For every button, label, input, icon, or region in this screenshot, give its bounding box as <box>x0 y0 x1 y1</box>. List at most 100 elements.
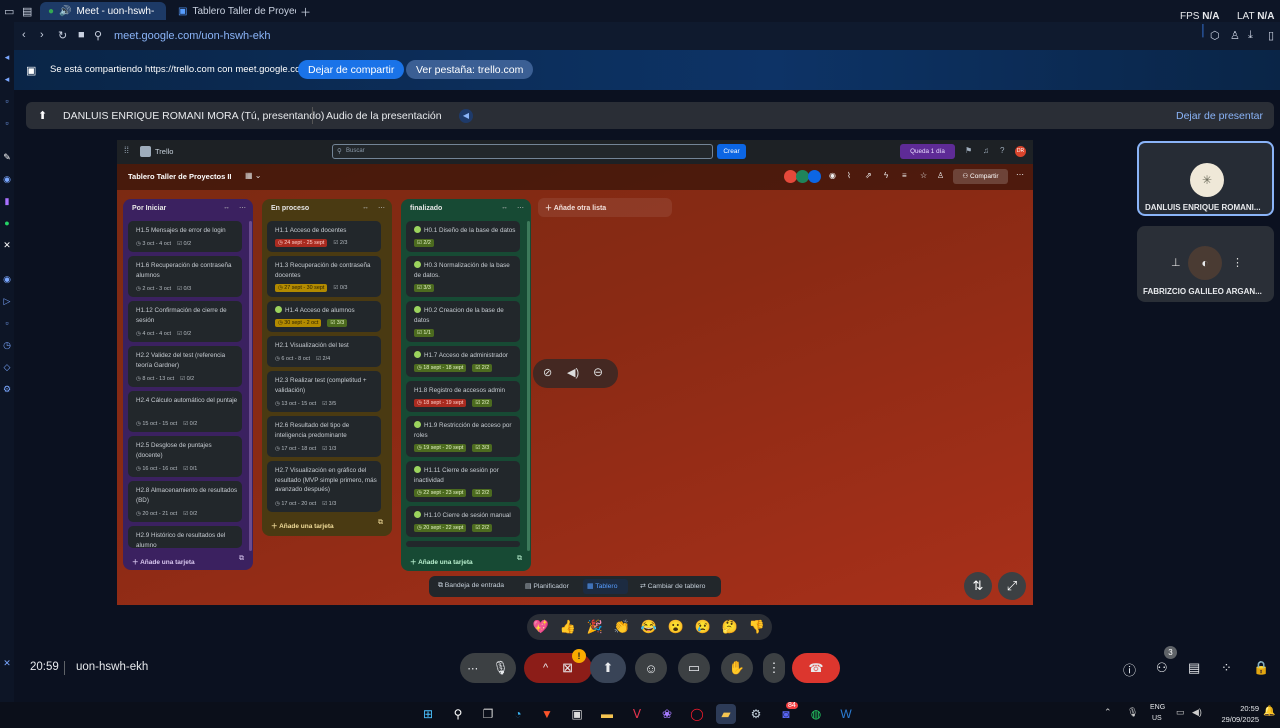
filter-icon[interactable]: ≡ <box>902 171 907 180</box>
word-icon[interactable]: W <box>836 704 856 724</box>
rail-item-icon[interactable]: ▮ <box>1 196 13 208</box>
card[interactable]: H2.9 Histórico de resultados del alumno <box>128 526 242 548</box>
trial-badge[interactable]: Queda 1 día <box>900 144 955 159</box>
clock-date[interactable]: 29/09/2025 <box>1210 715 1259 724</box>
rail-item-icon[interactable]: ▫ <box>1 318 13 330</box>
create-button[interactable]: Crear <box>717 144 746 159</box>
new-tab-icon[interactable]: ＋ <box>300 4 311 20</box>
bell-icon[interactable]: ♫ <box>983 146 989 155</box>
more-options-icon[interactable]: ⋮ <box>1232 256 1243 269</box>
reaction-laugh[interactable]: 😂 <box>638 617 660 637</box>
board-title[interactable]: Tablero Taller de Proyectos II <box>128 172 232 181</box>
reaction-heart[interactable]: 💖 <box>530 617 552 637</box>
site-info-icon[interactable]: ⚲ <box>94 29 102 42</box>
swap-icon[interactable]: ⇅ <box>964 572 992 600</box>
rail-item-icon[interactable]: ◇ <box>1 362 13 374</box>
avatar[interactable]: DR <box>1015 146 1026 157</box>
card[interactable]: H1.9 Restricción de acceso por roles ◷ 1… <box>406 416 520 457</box>
captions-button[interactable]: ▭ <box>678 653 710 683</box>
language-indicator[interactable]: ENG <box>1150 704 1165 711</box>
reaction-sad[interactable]: 😢 <box>692 617 714 637</box>
edge-icon[interactable]: ◔ <box>508 704 528 724</box>
template-icon[interactable]: ⧉ <box>378 519 383 527</box>
add-card-button[interactable]: ＋ Añade una tarjeta <box>132 556 195 566</box>
copilot-icon[interactable]: ❀ <box>657 704 677 724</box>
camera-options-icon[interactable]: ^ <box>543 662 548 674</box>
rail-item-icon[interactable]: ◉ <box>1 274 13 286</box>
forward-icon[interactable]: › <box>40 29 44 41</box>
host-controls-icon[interactable]: 🔒 <box>1253 660 1269 676</box>
card[interactable]: H2.4 Cálculo automático del puntaje ◷ 15… <box>128 391 242 432</box>
card[interactable]: H1.3 Recuperación de contraseña docentes… <box>267 256 381 297</box>
help-icon[interactable]: ? <box>1000 146 1004 155</box>
card[interactable]: H2.7 Visualización en gráfico del result… <box>267 461 381 512</box>
steam-icon[interactable]: ⚙ <box>746 704 766 724</box>
megaphone-icon[interactable]: ⚑ <box>965 146 972 155</box>
rail-item-icon[interactable]: ◷ <box>1 340 13 352</box>
card[interactable]: H2.3 Realizar test (completitud + valida… <box>267 371 381 412</box>
card[interactable]: H1.4 Acceso de alumnos ◷ 30 sept - 2 oct… <box>267 301 381 332</box>
mic-icon[interactable]: 🎙 <box>492 660 509 676</box>
rail-item-icon[interactable]: ▫ <box>1 118 13 130</box>
search-input[interactable]: ⚲ Buscar <box>332 144 713 159</box>
list-scrollbar[interactable] <box>249 221 252 551</box>
switch-board-tab[interactable]: ⇄ Cambiar de tablero <box>640 582 705 590</box>
card[interactable]: H0.1 Diseño de la base de datos ☑ 2/2 <box>406 221 520 252</box>
view-tab-button[interactable]: Ver pestaña: trello.com <box>406 60 534 79</box>
raise-hand-button[interactable]: ✋ <box>721 653 753 683</box>
star-icon[interactable]: ☆ <box>920 171 927 180</box>
present-button[interactable]: ⬆ <box>590 653 626 683</box>
tab-trello[interactable]: ▣ Tablero Taller de Proyecto <box>170 2 296 20</box>
rail-item-icon[interactable]: ◂ <box>1 52 13 64</box>
card[interactable]: H2.8 Almacenamiento de resultados (BD) ◷… <box>128 481 242 522</box>
pin-icon[interactable]: ⊥ <box>1171 256 1181 269</box>
back-icon[interactable]: ‹ <box>22 29 26 41</box>
card[interactable]: H1.12 Confirmación de cierre de sesión ◷… <box>128 301 242 342</box>
card[interactable]: H1.1 Acceso de docentes ◷ 24 sept - 25 s… <box>267 221 381 252</box>
list-menu-icon[interactable]: ⋯ <box>378 204 385 212</box>
collapse-list-icon[interactable]: ↔ <box>501 204 508 211</box>
add-card-button[interactable]: ＋ Añade una tarjeta <box>271 520 334 530</box>
rail-item-icon[interactable]: ✎ <box>1 152 13 164</box>
card[interactable]: H1.5 Mensajes de error de login ◷ 3 oct … <box>128 221 242 252</box>
card[interactable]: H1.6 Recuperación de contraseña alumnos … <box>128 256 242 297</box>
card[interactable]: H0.2 Creacion de la base de datos ☑ 1/1 <box>406 301 520 342</box>
list-title[interactable]: Por Iniciar <box>132 205 166 212</box>
card[interactable]: H1.11 Cierre de sesión por inactividad ◷… <box>406 461 520 502</box>
card[interactable]: H0.3 Normalización de la base de datos. … <box>406 256 520 297</box>
reaction-party[interactable]: 🎉 <box>584 617 606 637</box>
sticky-notes-icon[interactable]: ▰ <box>716 704 736 724</box>
opera-icon[interactable]: ◯ <box>687 704 707 724</box>
reaction-thinking[interactable]: 🤔 <box>719 617 741 637</box>
trello-logo-icon[interactable] <box>140 146 151 157</box>
vpn-icon[interactable]: ᐯ <box>627 704 647 724</box>
board-tab[interactable]: ▦ Tablero <box>587 582 617 590</box>
fullscreen-icon[interactable]: ⤢ <box>998 572 1026 600</box>
stop-presenting-button[interactable]: Dejar de presentar <box>1176 110 1263 122</box>
file-explorer-icon[interactable]: ▬ <box>597 704 617 724</box>
rail-item-icon[interactable]: ● <box>1 218 13 230</box>
participant-tile[interactable]: ⊥ ◐ ⋮ FABRIZCIO GALILEO ARGAN... <box>1137 226 1274 302</box>
card[interactable]: H1.7 Acceso de administrador ◷ 18 sept -… <box>406 346 520 377</box>
card[interactable]: H1.8 Registro de accesos admin ◷ 18 sept… <box>406 381 520 412</box>
url-field[interactable]: meet.google.com/uon-hswh-ekh <box>114 30 271 42</box>
collapse-list-icon[interactable]: ↔ <box>362 204 369 211</box>
clock-time[interactable]: 20:59 <box>1215 704 1259 713</box>
mic-tray-icon[interactable]: 🎙 <box>1127 707 1138 718</box>
tray-overflow-icon[interactable]: ⌃ <box>1104 707 1112 718</box>
rail-item-icon[interactable]: ◉ <box>1 174 13 186</box>
list-menu-icon[interactable]: ⋯ <box>517 204 524 212</box>
rail-close-icon[interactable]: ✕ <box>1 658 13 670</box>
complete-check-icon[interactable] <box>414 421 421 428</box>
automation-icon[interactable]: ϟ <box>884 171 888 180</box>
collapse-list-icon[interactable]: ↔ <box>223 204 230 211</box>
visibility-icon[interactable]: ♙ <box>937 171 944 180</box>
apps-grid-icon[interactable]: ⁞⁞ <box>124 145 129 155</box>
list-title[interactable]: finalizado <box>410 205 442 212</box>
volume-icon[interactable]: ◀) <box>1192 707 1202 718</box>
more-options-button[interactable]: ⋮ <box>763 653 785 683</box>
complete-check-icon[interactable] <box>414 351 421 358</box>
power-ups-icon[interactable]: ◉ <box>829 171 836 180</box>
complete-check-icon[interactable] <box>414 306 421 313</box>
network-icon[interactable]: ▭ <box>1176 707 1185 718</box>
